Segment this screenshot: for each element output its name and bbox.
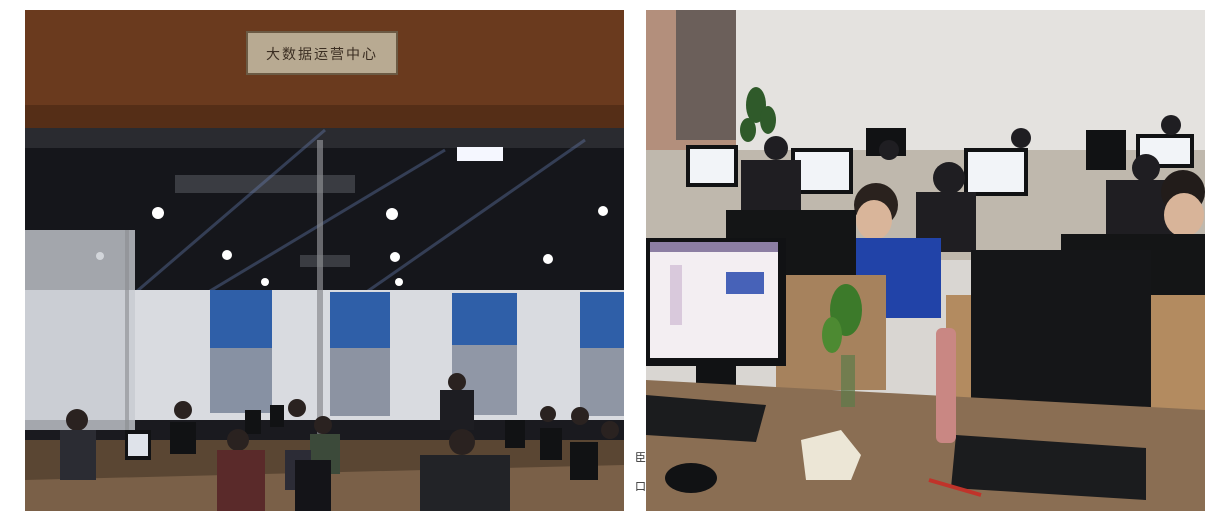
sign-text: 大数据运营中心	[266, 47, 378, 63]
mouse	[665, 463, 717, 493]
photo-right-office-day	[646, 10, 1205, 511]
office-chair	[295, 460, 331, 511]
edge-glyph-fragment: 口	[635, 480, 646, 493]
front-monitor-left	[646, 238, 786, 394]
worker-with-glasses	[1161, 170, 1205, 237]
ceiling-panel-light	[457, 147, 503, 161]
edge-glyph-fragment: 臣	[635, 451, 646, 464]
ceiling-vent	[175, 175, 355, 193]
office-scene-right	[646, 10, 1205, 511]
office-scene-left: 大数据运营中心	[25, 10, 624, 511]
pink-thermos	[936, 328, 956, 443]
photo-left-office-night: 大数据运营中心	[25, 10, 624, 511]
